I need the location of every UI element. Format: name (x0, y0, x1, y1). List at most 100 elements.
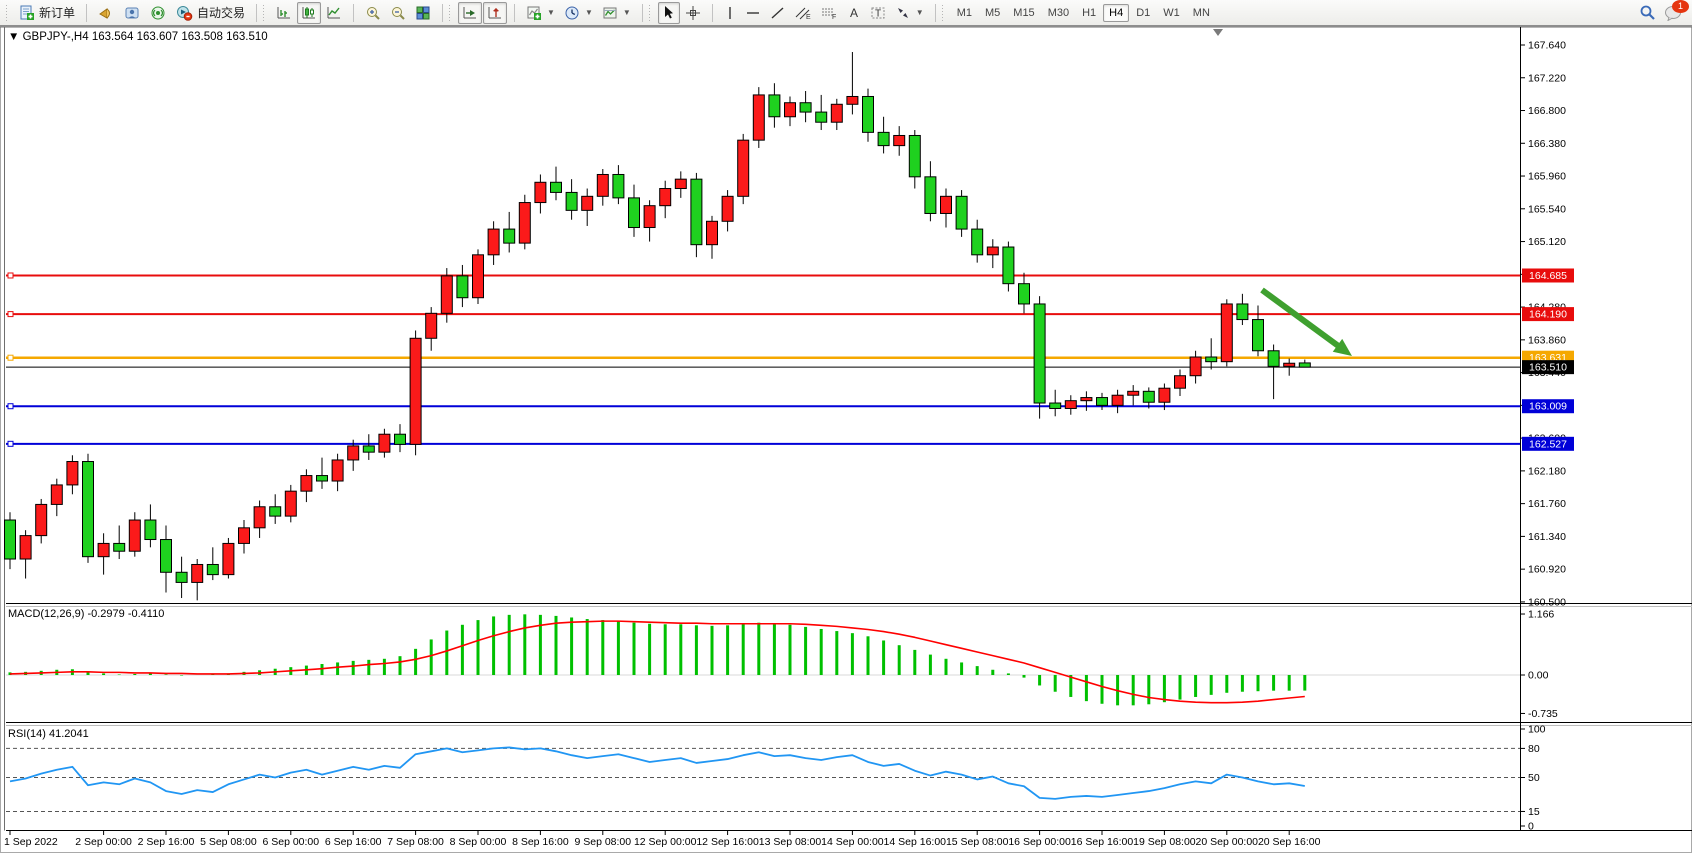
candlestick-mode-button[interactable] (297, 2, 321, 24)
auto-scroll-button[interactable] (458, 2, 482, 24)
indicators-dropdown-arrow[interactable]: ▼ (547, 8, 555, 17)
timeframe-button-mn[interactable]: MN (1187, 4, 1216, 22)
market-watch-button[interactable] (94, 2, 119, 24)
candle-bullish[interactable] (332, 460, 343, 481)
candle-bearish[interactable] (769, 95, 780, 117)
candle-bearish[interactable] (270, 507, 281, 516)
candle-bearish[interactable] (1206, 357, 1217, 362)
candle-bearish[interactable] (972, 229, 983, 255)
timeframe-button-h4[interactable]: H4 (1103, 4, 1129, 22)
candle-bullish[interactable] (410, 338, 421, 444)
candle-bullish[interactable] (488, 229, 499, 255)
candle-bullish[interactable] (67, 462, 78, 485)
candle-bullish[interactable] (831, 104, 842, 122)
candle-bearish[interactable] (1097, 398, 1108, 406)
zoom-out-button[interactable] (386, 2, 410, 24)
candle-bullish[interactable] (894, 135, 905, 145)
candle-bullish[interactable] (597, 174, 608, 196)
candle-bullish[interactable] (301, 476, 312, 492)
candle-bullish[interactable] (785, 103, 796, 117)
candle-bearish[interactable] (363, 446, 374, 452)
timeframe-button-w1[interactable]: W1 (1157, 4, 1186, 22)
line-anchor-marker[interactable] (8, 441, 13, 446)
horizontal-line-tool-button[interactable] (741, 2, 765, 24)
candle-bullish[interactable] (426, 313, 437, 338)
candle-bearish[interactable] (1019, 284, 1030, 304)
candle-bearish[interactable] (691, 179, 702, 245)
candle-bullish[interactable] (847, 96, 858, 104)
candle-bearish[interactable] (457, 276, 468, 298)
candle-bearish[interactable] (629, 198, 640, 228)
candle-bullish[interactable] (1128, 391, 1139, 395)
candle-bearish[interactable] (613, 174, 624, 197)
candle-bearish[interactable] (566, 192, 577, 210)
candle-bullish[interactable] (660, 189, 671, 206)
candle-bullish[interactable] (379, 434, 390, 452)
text-tool-button[interactable]: A (843, 2, 865, 24)
candle-bullish[interactable] (223, 543, 234, 574)
auto-trading-button[interactable]: 自动交易 (172, 2, 249, 24)
candle-bearish[interactable] (816, 112, 827, 122)
terminal-button[interactable] (120, 2, 145, 24)
candle-bearish[interactable] (1034, 304, 1045, 403)
trendline-tool-button[interactable] (766, 2, 790, 24)
candle-bearish[interactable] (909, 135, 920, 176)
candle-bullish[interactable] (1065, 401, 1076, 409)
periods-dropdown-arrow[interactable]: ▼ (585, 8, 593, 17)
fibonacci-tool-button[interactable]: F (817, 2, 842, 24)
line-chart-mode-button[interactable] (322, 2, 346, 24)
candle-bearish[interactable] (161, 540, 172, 573)
candle-bullish[interactable] (535, 182, 546, 202)
candle-bearish[interactable] (83, 462, 94, 557)
timeframe-button-m1[interactable]: M1 (951, 4, 978, 22)
templates-button[interactable]: ▼ (598, 2, 635, 24)
candle-bearish[interactable] (1143, 391, 1154, 402)
candle-bullish[interactable] (753, 95, 764, 140)
candle-bullish[interactable] (441, 276, 452, 313)
candle-bullish[interactable] (1190, 357, 1201, 376)
candle-bearish[interactable] (800, 103, 811, 112)
candle-bullish[interactable] (36, 504, 47, 535)
line-anchor-marker[interactable] (8, 404, 13, 409)
candle-bullish[interactable] (254, 507, 265, 528)
candle-bullish[interactable] (987, 247, 998, 255)
candle-bullish[interactable] (1221, 304, 1232, 362)
candle-bullish[interactable] (941, 196, 952, 213)
timeframe-button-h1[interactable]: H1 (1076, 4, 1102, 22)
timeframe-button-d1[interactable]: D1 (1130, 4, 1156, 22)
candle-bearish[interactable] (1253, 320, 1264, 351)
toolbar-drag-handle[interactable] (5, 4, 9, 22)
candle-bearish[interactable] (1237, 304, 1248, 320)
candle-bullish[interactable] (707, 221, 718, 244)
candle-bullish[interactable] (239, 528, 250, 544)
vertical-line-tool-button[interactable] (720, 2, 740, 24)
candle-bearish[interactable] (863, 96, 874, 132)
candle-bearish[interactable] (207, 564, 218, 574)
chart-shift-button[interactable] (483, 2, 507, 24)
candle-bullish[interactable] (675, 179, 686, 188)
candle-bullish[interactable] (1112, 395, 1123, 405)
bar-chart-mode-button[interactable] (272, 2, 296, 24)
chart-area[interactable]: 167.640167.220166.800166.380165.960165.5… (0, 26, 1692, 853)
timeframe-button-m30[interactable]: M30 (1042, 4, 1075, 22)
candle-bullish[interactable] (1284, 363, 1295, 366)
candle-bullish[interactable] (1159, 388, 1170, 402)
signals-button[interactable] (146, 2, 171, 24)
candle-bearish[interactable] (145, 520, 156, 540)
line-anchor-marker[interactable] (8, 355, 13, 360)
arrows-dropdown-arrow[interactable]: ▼ (916, 8, 924, 17)
candle-bearish[interactable] (1050, 403, 1061, 408)
candle-bearish[interactable] (925, 177, 936, 214)
candle-bullish[interactable] (20, 536, 31, 559)
candle-bullish[interactable] (51, 485, 62, 505)
templates-dropdown-arrow[interactable]: ▼ (623, 8, 631, 17)
line-anchor-marker[interactable] (8, 312, 13, 317)
arrows-tool-button[interactable]: ▼ (891, 2, 928, 24)
candle-bearish[interactable] (1268, 351, 1279, 367)
notifications-button[interactable]: 1 (1664, 5, 1682, 21)
text-label-tool-button[interactable]: T (866, 2, 890, 24)
candle-bearish[interactable] (504, 229, 515, 243)
candle-bullish[interactable] (738, 140, 749, 196)
candle-bullish[interactable] (519, 203, 530, 244)
chart-title[interactable]: ▼ GBPJPY-,H4 163.564 163.607 163.508 163… (8, 31, 268, 43)
